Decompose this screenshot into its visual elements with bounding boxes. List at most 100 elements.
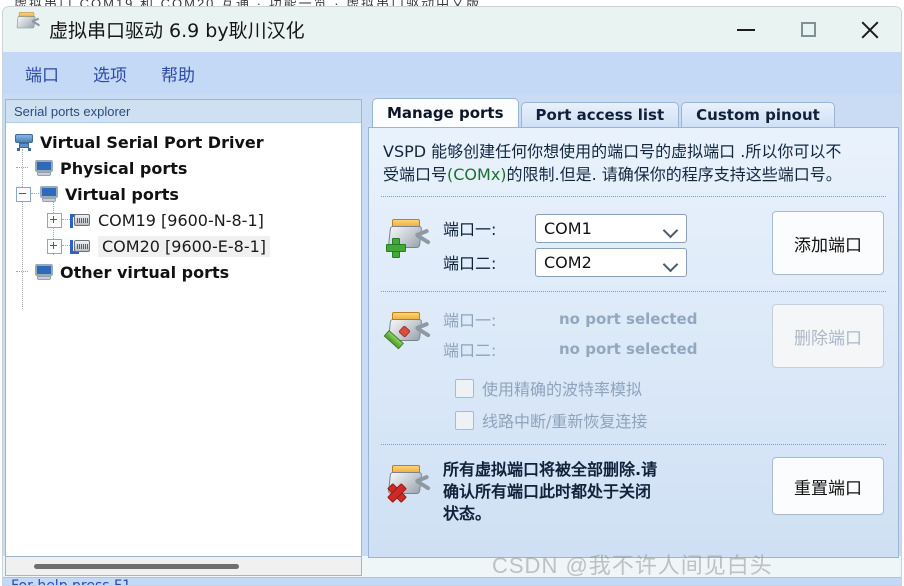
description-line-2b: 的限制.但是. 请确保你的程序支持这些端口号。 bbox=[506, 165, 842, 185]
description-line-1: VSPD 能够创建任何你想使用的端口号的虚拟端口 .所以你可以不 bbox=[383, 142, 842, 161]
tree-node-label: Other virtual ports bbox=[60, 262, 230, 282]
serial-ports-explorer-panel: Serial ports explorer Virtual Serial Por… bbox=[5, 99, 362, 559]
reset-button-wrap: 重置端口 bbox=[772, 457, 884, 516]
description-line-2: 受端口号(COMx)的限制.但是. 请确保你的程序支持这些端口号。 bbox=[383, 163, 884, 186]
tree-node-com19[interactable]: COM19 [9600-N-8-1] bbox=[6, 207, 361, 233]
tab-manage-ports[interactable]: Manage ports bbox=[372, 98, 519, 127]
delete-port2-row: 端口二: no port selected bbox=[443, 334, 772, 364]
application-window: 虚拟串口驱动 6.9 by耿川汉化 端口 选项 帮助 Serial ports … bbox=[2, 6, 902, 586]
status-text: For help press F1 bbox=[11, 578, 131, 586]
reset-port-button[interactable]: 重置端口 bbox=[772, 457, 884, 516]
delete-options: 使用精确的波特率模拟 线路中断/重新恢复连接 bbox=[369, 372, 898, 436]
tree-node-label: Virtual ports bbox=[65, 184, 179, 204]
tree-connector bbox=[31, 193, 39, 195]
delete-ports-section: 端口一: no port selected 端口二: no port selec… bbox=[369, 292, 898, 372]
maximize-button[interactable] bbox=[777, 7, 839, 52]
minimize-icon bbox=[737, 28, 755, 31]
reset-line-3: 状态。 bbox=[443, 503, 492, 523]
tree-node-label: COM20 [9600-E-8-1] bbox=[98, 235, 271, 257]
menu-item-options[interactable]: 选项 bbox=[81, 58, 139, 89]
close-icon bbox=[859, 19, 881, 41]
tree-node-label: Virtual Serial Port Driver bbox=[40, 132, 264, 152]
title-bar: 虚拟串口驱动 6.9 by耿川汉化 bbox=[3, 7, 901, 52]
tree-connector bbox=[62, 245, 70, 247]
baudrate-emulation-checkbox[interactable] bbox=[455, 378, 474, 398]
break-reconnect-checkbox[interactable] bbox=[455, 410, 474, 430]
monitor-icon bbox=[34, 159, 54, 177]
minimize-button[interactable] bbox=[715, 7, 777, 52]
tab-custom-pinout[interactable]: Custom pinout bbox=[681, 102, 835, 127]
delete-port1-value: no port selected bbox=[559, 310, 698, 329]
explorer-header: Serial ports explorer bbox=[6, 100, 361, 123]
break-reconnect-label: 线路中断/重新恢复连接 bbox=[482, 412, 648, 432]
tree-connector bbox=[16, 271, 28, 273]
tree-expander-expand-icon[interactable] bbox=[47, 238, 62, 254]
tab-panel-manage-ports: VSPD 能够创建任何你想使用的端口号的虚拟端口 .所以你可以不 受端口号(CO… bbox=[368, 127, 899, 558]
tree-node-com20[interactable]: COM20 [9600-E-8-1] bbox=[6, 233, 361, 259]
main-body: Serial ports explorer Virtual Serial Por… bbox=[3, 94, 901, 559]
add-port-button[interactable]: 添加端口 bbox=[772, 211, 884, 276]
status-bar: For help press F1 bbox=[3, 577, 901, 586]
tree-node-label: COM19 [9600-N-8-1] bbox=[98, 210, 264, 230]
monitor-icon bbox=[34, 263, 54, 281]
add-ports-fields: 端口一: COM1 端口二: COM2 bbox=[439, 211, 772, 279]
tree-horizontal-scrollbar[interactable] bbox=[5, 556, 362, 576]
menu-item-help[interactable]: 帮助 bbox=[149, 58, 207, 89]
add-port1-label: 端口一: bbox=[443, 220, 497, 240]
manage-panel: Manage ports Port access list Custom pin… bbox=[368, 98, 899, 559]
tree-expander-collapse-icon[interactable] bbox=[16, 186, 31, 202]
delete-port-button[interactable]: 删除端口 bbox=[772, 304, 884, 369]
plug-delete-icon bbox=[383, 457, 439, 511]
reset-description: 所有虚拟端口将被全部删除.请 确认所有端口此时都处于关闭 状态。 bbox=[439, 457, 772, 524]
screenshot-root: 虚拟串口 COM19 和 COM20 互通 · 功能一览 · 虚拟串口驱动中文版… bbox=[0, 0, 904, 586]
delete-port1-row: 端口一: no port selected bbox=[443, 304, 772, 334]
delete-port2-label: 端口二: bbox=[443, 341, 497, 361]
delete-port1-label: 端口一: bbox=[443, 311, 497, 331]
port-in-icon bbox=[70, 238, 92, 254]
port-out-icon bbox=[70, 212, 92, 228]
scrollbar-thumb[interactable] bbox=[34, 564, 239, 569]
serial-port-icon bbox=[14, 133, 34, 151]
reset-line-1: 所有虚拟端口将被全部删除.请 bbox=[443, 460, 658, 480]
tree-node-root[interactable]: Virtual Serial Port Driver bbox=[6, 129, 361, 155]
menu-bar: 端口 选项 帮助 bbox=[3, 52, 901, 95]
serial-plug-icon bbox=[15, 11, 41, 43]
plug-edit-icon bbox=[383, 304, 439, 358]
reset-line-2: 确认所有端口此时都处于关闭 bbox=[443, 481, 652, 501]
baudrate-emulation-row[interactable]: 使用精确的波特率模拟 bbox=[451, 372, 898, 404]
baudrate-emulation-label: 使用精确的波特率模拟 bbox=[482, 380, 643, 400]
window-controls bbox=[715, 7, 901, 52]
tree-node-label: Physical ports bbox=[60, 158, 188, 178]
tab-strip: Manage ports Port access list Custom pin… bbox=[368, 98, 899, 127]
add-port1-select[interactable]: COM1 bbox=[535, 213, 687, 243]
plug-add-icon bbox=[383, 211, 439, 265]
tree-node-other-virtual-ports[interactable]: Other virtual ports bbox=[6, 259, 361, 285]
add-port2-label: 端口二: bbox=[443, 254, 497, 274]
add-port1-value: COM1 bbox=[544, 218, 592, 238]
chevron-down-icon bbox=[662, 222, 679, 239]
panel-description: VSPD 能够创建任何你想使用的端口号的虚拟端口 .所以你可以不 受端口号(CO… bbox=[369, 128, 898, 196]
delete-port2-value: no port selected bbox=[559, 340, 698, 359]
tab-port-access-list[interactable]: Port access list bbox=[520, 102, 680, 127]
add-port1-row: 端口一: COM1 bbox=[443, 211, 772, 245]
break-reconnect-row[interactable]: 线路中断/重新恢复连接 bbox=[451, 404, 898, 436]
chevron-down-icon bbox=[662, 256, 679, 273]
tree-node-virtual-ports[interactable]: Virtual ports bbox=[6, 181, 361, 207]
delete-button-wrap: 删除端口 bbox=[772, 304, 884, 369]
ports-tree: Virtual Serial Port Driver Physical port… bbox=[6, 123, 361, 309]
window-title: 虚拟串口驱动 6.9 by耿川汉化 bbox=[49, 20, 305, 42]
add-port2-select[interactable]: COM2 bbox=[535, 247, 687, 277]
close-button[interactable] bbox=[839, 7, 901, 52]
add-port2-row: 端口二: COM2 bbox=[443, 245, 772, 279]
menu-item-ports[interactable]: 端口 bbox=[13, 58, 71, 89]
add-ports-section: 端口一: COM1 端口二: COM2 添加端口 bbox=[369, 197, 898, 291]
monitor-icon bbox=[39, 185, 59, 203]
tree-connector bbox=[62, 219, 70, 221]
tree-connector bbox=[16, 167, 28, 169]
description-comx-accent: (COMx) bbox=[447, 165, 507, 185]
description-line-2a: 受端口号 bbox=[383, 165, 448, 185]
add-button-wrap: 添加端口 bbox=[772, 211, 884, 276]
tree-node-physical-ports[interactable]: Physical ports bbox=[6, 155, 361, 181]
add-port2-value: COM2 bbox=[544, 252, 592, 272]
tree-expander-expand-icon[interactable] bbox=[47, 212, 62, 228]
